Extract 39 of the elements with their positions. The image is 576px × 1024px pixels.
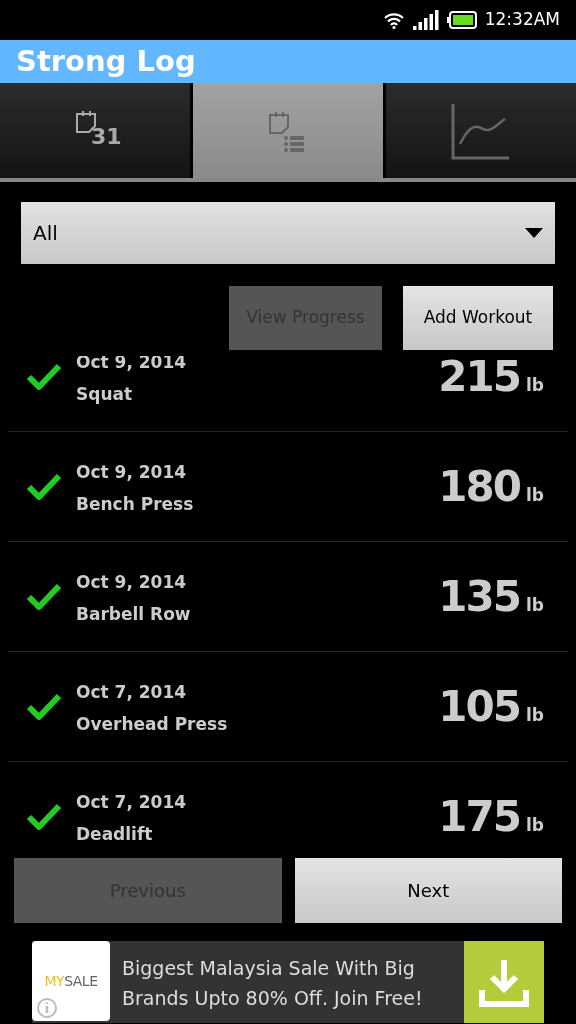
pager-button[interactable]: Next [294, 858, 562, 923]
weight-unit: lb [526, 484, 544, 507]
ad-text: Biggest Malaysia Sale With Big Brands Upto 80% Off. Join Free! [121, 956, 424, 1011]
clock: 12:32AM [484, 8, 560, 32]
exercise-name: Deadlift [76, 822, 154, 846]
download-button[interactable] [464, 941, 544, 1023]
weight-unit: lb [526, 374, 544, 397]
line-chart-icon [451, 101, 511, 160]
workout-date: Oct 9, 2014 [76, 461, 188, 484]
workout-date: Oct 9, 2014 [76, 356, 188, 374]
workout-date: Oct 9, 2014 [76, 571, 188, 594]
exercise-name: Bench Press [76, 492, 195, 516]
weight-value: 135 [438, 571, 520, 623]
weight-value: 215 [438, 356, 520, 403]
battery-icon [446, 11, 477, 29]
weight-value: 180 [438, 461, 520, 513]
exercise-name: Barbell Row [76, 602, 192, 626]
dropdown-caret-icon [525, 228, 543, 238]
weight-unit: lb [526, 704, 544, 727]
exercise-name: Overhead Press [76, 712, 229, 736]
tab[interactable] [386, 83, 576, 178]
app-title: Strong Log [16, 42, 196, 80]
weight-unit: lb [526, 814, 544, 837]
workout-date: Oct 7, 2014 [76, 681, 188, 704]
tab[interactable]: 31 [0, 83, 190, 178]
weight-value: 105 [438, 681, 520, 733]
exercise-name: Squat [76, 382, 134, 406]
filter-dropdown[interactable]: All [21, 202, 555, 264]
weight-unit: lb [526, 594, 544, 617]
weight-value: 175 [438, 791, 520, 843]
ad-banner[interactable]: MYSALE Biggest Malaysia Sale With Big Brands Upto 80% Off. Join Free! [32, 941, 544, 1023]
day-number: 31 [91, 125, 122, 148]
logo-text: MYSALE [44, 971, 98, 991]
signal-icon [412, 10, 439, 30]
tab[interactable] [193, 83, 383, 178]
info-icon [36, 997, 58, 1019]
workout-date: Oct 7, 2014 [76, 791, 188, 814]
wifi-icon [382, 11, 405, 29]
action-button[interactable]: Add Workout [403, 286, 553, 350]
